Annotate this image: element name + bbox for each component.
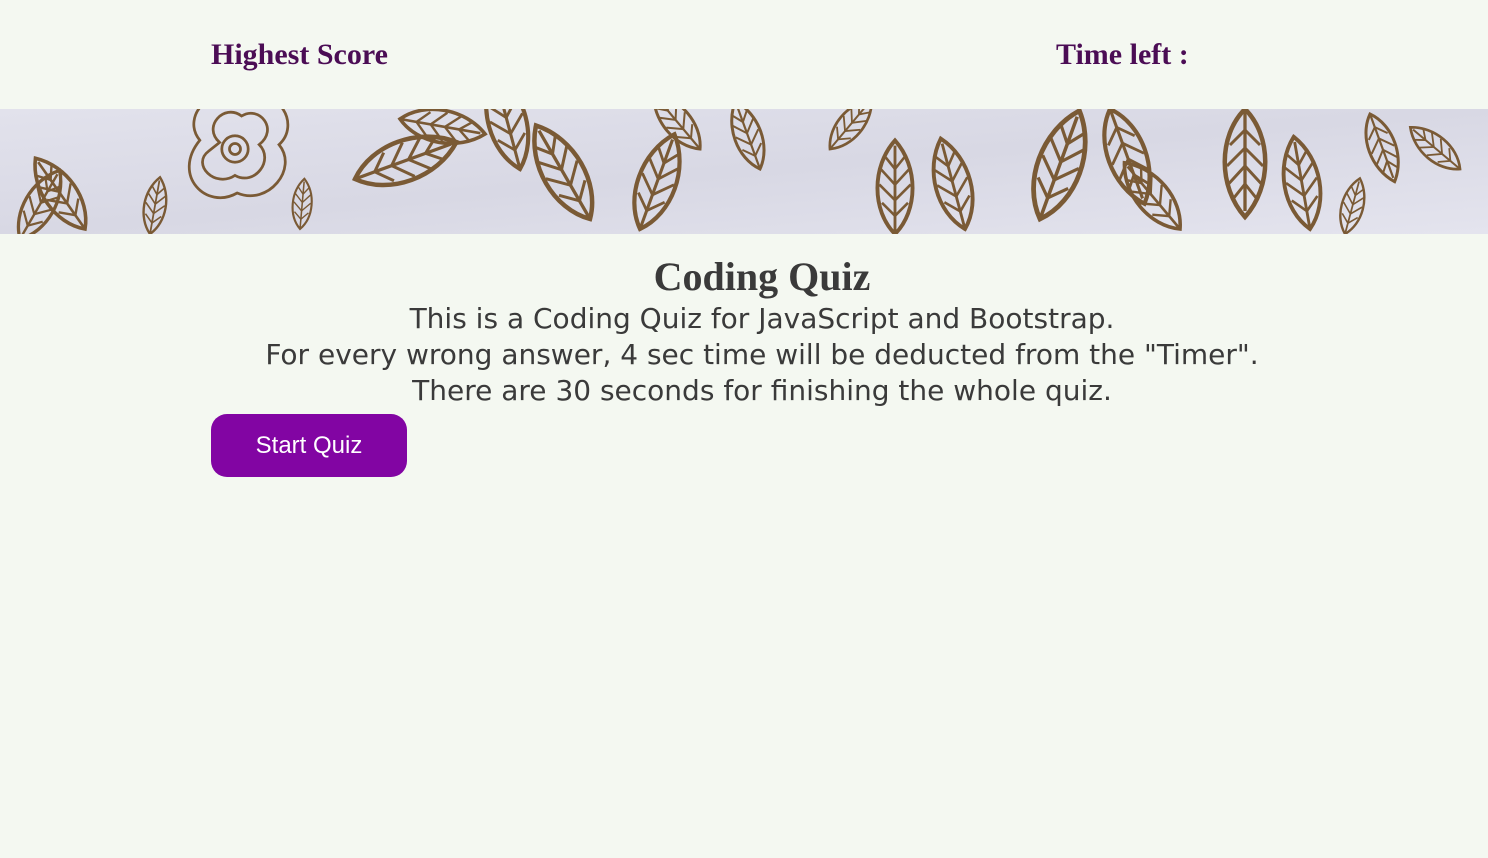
description-line-3: There are 30 seconds for finishing the w… bbox=[412, 374, 1112, 407]
leaf-pattern-image bbox=[0, 109, 1488, 234]
leaf-pattern-banner bbox=[0, 109, 1488, 234]
quiz-title: Coding Quiz bbox=[653, 254, 871, 299]
description-line-1: This is a Coding Quiz for JavaScript and… bbox=[409, 302, 1115, 335]
start-quiz-button[interactable]: Start Quiz bbox=[211, 414, 407, 477]
highest-score-link[interactable]: Highest Score bbox=[211, 38, 388, 72]
description-line-2: For every wrong answer, 4 sec time will … bbox=[265, 338, 1259, 371]
top-bar: Highest Score Time left : bbox=[0, 0, 1488, 109]
timer-label: Time left : bbox=[1056, 38, 1189, 71]
